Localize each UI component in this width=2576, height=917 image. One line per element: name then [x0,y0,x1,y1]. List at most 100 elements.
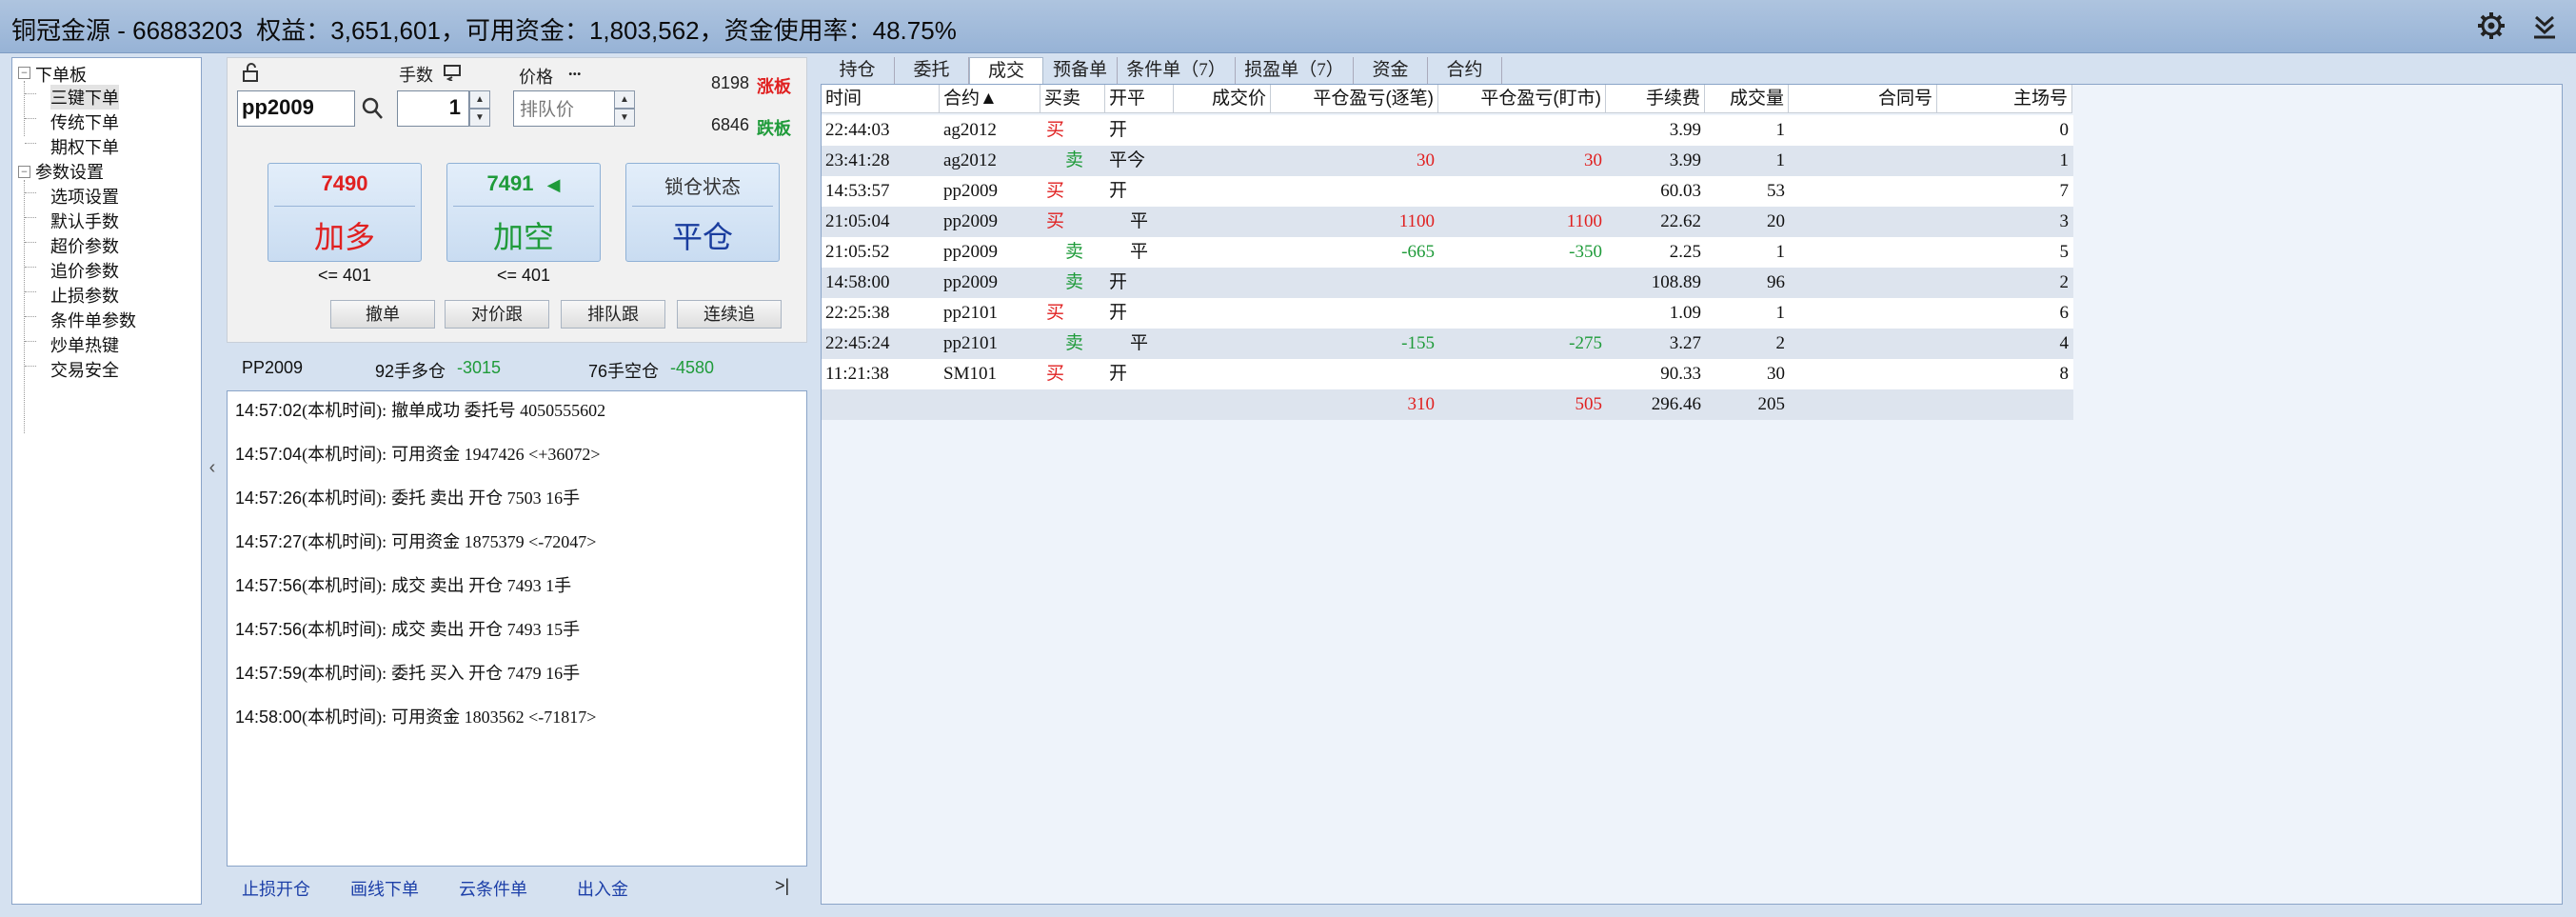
price-up[interactable]: ▲ [614,90,635,109]
cell-side: 买 [1046,211,1065,231]
unlock-icon[interactable] [241,62,262,83]
close-position-button[interactable]: 锁仓状态 平仓 [625,163,780,262]
tree-item-over-price[interactable]: 超价参数 [50,233,119,258]
continuous-chase-button[interactable]: 连续追 [677,300,782,329]
cell-open-close: 开 [1109,364,1128,384]
cell-open-close: 开 [1109,272,1128,292]
table-row[interactable]: 21:05:04 pp2009 买 平 1100 1100 22.62 20 3 [822,207,2073,237]
tree-item-chase-price[interactable]: 追价参数 [50,258,119,283]
collapse-toggle[interactable]: − [18,166,30,178]
tab-orders[interactable]: 委托 [895,57,969,84]
cell-pnl-trade: -155 [1401,333,1435,353]
table-row[interactable]: 23:41:28 ag2012 卖 平今 30 30 3.99 1 1 [822,146,2073,176]
collapse-panel-button[interactable]: ‹ [204,457,221,486]
log-line: 14:57:04(本机时间): 可用资金 1947426 <+36072> [235,445,601,464]
table-row[interactable]: 22:25:38 pp2101 买 开 1.09 1 6 [822,298,2073,329]
tab-contracts[interactable]: 合约 [1428,57,1502,84]
cell-side: 卖 [1065,272,1084,292]
tab-conditional[interactable]: 条件单（7） [1118,57,1236,84]
tree-item-options[interactable]: 期权下单 [50,134,119,159]
price-down[interactable]: ▼ [614,109,635,127]
sell-open-button[interactable]: 7491 ◀ 加空 [446,163,601,262]
cell-contract: pp2101 [943,333,998,353]
tab-funds[interactable]: 资金 [1354,57,1428,84]
tab-positions[interactable]: 持仓 [821,57,895,84]
cell-contract: SM101 [943,364,997,384]
cell-pnl-mtm: 30 [1584,150,1602,170]
search-icon[interactable] [361,96,384,121]
col-header-seq[interactable]: 主场号 [1937,85,2072,113]
contract-input[interactable]: pp2009 [237,90,355,127]
cell-price [1174,207,1271,237]
limit-down-price: 6846 [711,115,750,134]
table-row[interactable]: 14:53:57 pp2009 买 开 60.03 53 7 [822,176,2073,207]
download-icon[interactable] [2528,10,2561,42]
cell-contract-no [1789,237,1937,268]
col-header-contract-no[interactable]: 合同号 [1789,85,1937,113]
cell-fee: 60.03 [1660,181,1701,201]
position-contract: PP2009 [242,358,304,377]
lock-status: 锁仓状态 [664,177,741,198]
tree-group-order-board[interactable]: 下单板 [35,62,87,87]
collapse-toggle[interactable]: − [18,67,30,79]
cell-price [1174,115,1271,146]
gear-icon[interactable] [2475,10,2507,42]
tab-stop-profit[interactable]: 损盈单（7） [1236,57,1354,84]
col-header-open-close[interactable]: 开平 [1105,85,1174,113]
tree-item-three-key[interactable]: 三键下单 [50,85,119,110]
col-header-fee[interactable]: 手续费 [1606,85,1705,113]
table-row[interactable]: 21:05:52 pp2009 卖 平 -665 -350 2.25 1 5 [822,237,2073,268]
buy-open-button[interactable]: 7490 加多 [268,163,422,262]
cell-contract: pp2009 [943,181,998,201]
col-header-pnl-mtm[interactable]: 平仓盈亏(盯市) [1438,85,1606,113]
tree-item-traditional[interactable]: 传统下单 [50,110,119,134]
col-header-volume[interactable]: 成交量 [1705,85,1789,113]
tree-item-conditional[interactable]: 条件单参数 [50,308,136,332]
message-log: 14:57:02(本机时间): 撤单成功 委托号 4050555602 14:5… [227,390,807,867]
table-row[interactable]: 22:44:03 ag2012 买 开 3.99 1 0 [822,115,2073,146]
cancel-order-button[interactable]: 撤单 [330,300,435,329]
cell-contract-no [1789,146,1937,176]
cell-price [1174,298,1271,329]
cell-open-close: 平 [1130,333,1149,353]
expand-panel-button[interactable]: >| [775,876,789,896]
cloud-conditional-link[interactable]: 云条件单 [459,876,527,901]
reset-icon[interactable] [443,64,466,81]
log-line: 14:58:00(本机时间): 可用资金 1803562 <-71817> [235,708,597,727]
tree-item-default-lots[interactable]: 默认手数 [50,209,119,233]
cell-volume: 30 [1767,364,1785,384]
col-header-time[interactable]: 时间 [822,85,940,113]
lots-down[interactable]: ▼ [469,109,490,127]
table-row[interactable]: 11:21:38 SM101 买 开 90.33 30 8 [822,359,2073,389]
tab-preorders[interactable]: 预备单 [1043,57,1118,84]
tree-item-hotkeys[interactable]: 炒单热键 [50,332,119,357]
tree-item-security[interactable]: 交易安全 [50,357,119,382]
position-summary: PP2009 92手多仓 -3015 76手空仓 -4580 [227,349,807,387]
tree-item-options-settings[interactable]: 选项设置 [50,184,119,209]
line-order-link[interactable]: 画线下单 [350,876,419,901]
tab-trades[interactable]: 成交 [969,57,1043,84]
cell-volume: 96 [1767,272,1785,292]
tree-group-params[interactable]: 参数设置 [35,159,104,184]
price-more[interactable]: ... [568,60,582,80]
table-row[interactable]: 22:45:24 pp2101 卖 平 -155 -275 3.27 2 4 [822,329,2073,359]
col-header-side[interactable]: 买卖 [1040,85,1105,113]
tree-item-stop-loss[interactable]: 止损参数 [50,283,119,308]
stop-loss-open-link[interactable]: 止损开仓 [242,876,310,901]
col-header-contract[interactable]: 合约▲ [940,85,1040,113]
log-line: 14:57:56(本机时间): 成交 卖出 开仓 7493 1手 [235,576,572,595]
follow-opposite-button[interactable]: 对价跟 [445,300,549,329]
lots-input[interactable]: 1 [397,90,469,127]
col-header-price[interactable]: 成交价 [1174,85,1271,113]
cell-seq: 8 [2059,364,2070,384]
transfer-funds-link[interactable]: 出入金 [577,876,628,901]
lots-up[interactable]: ▲ [469,90,490,109]
cell-price [1174,176,1271,207]
follow-queue-button[interactable]: 排队跟 [561,300,665,329]
cell-pnl-mtm [1438,298,1606,329]
col-header-pnl-trade[interactable]: 平仓盈亏(逐笔) [1271,85,1438,113]
table-total-row[interactable]: 310 505 296.46 205 [822,389,2073,420]
price-input[interactable]: 排队价 [513,90,616,127]
table-row[interactable]: 14:58:00 pp2009 卖 开 108.89 96 2 [822,268,2073,298]
cell-seq: 0 [2059,120,2070,140]
